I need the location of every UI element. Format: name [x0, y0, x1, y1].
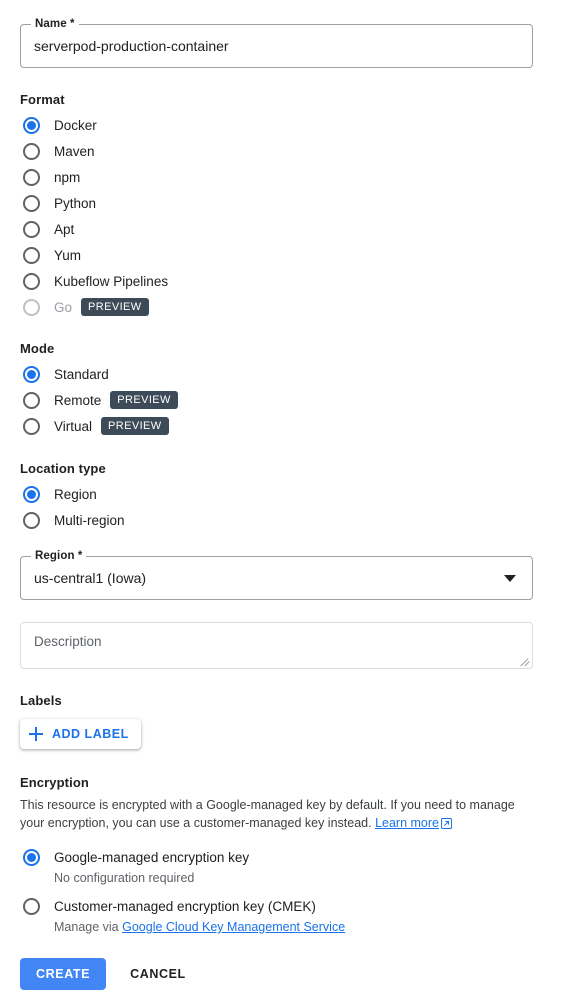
radio-option-label: Remote	[54, 392, 102, 408]
radio-option-cmek[interactable]: Customer-managed encryption key (CMEK)	[20, 893, 562, 919]
radio-option-label: Docker	[54, 117, 97, 133]
learn-more-link[interactable]: Learn more	[375, 816, 439, 830]
preview-badge: PREVIEW	[81, 298, 149, 316]
radio-option-go: Go PREVIEW	[20, 294, 562, 320]
radio-option-yum[interactable]: Yum	[20, 242, 562, 268]
encryption-description: This resource is encrypted with a Google…	[20, 796, 520, 834]
radio-option-kubeflow-pipelines[interactable]: Kubeflow Pipelines	[20, 268, 562, 294]
radio-option-docker[interactable]: Docker	[20, 112, 562, 138]
radio-option-label: Kubeflow Pipelines	[54, 273, 169, 289]
radio-indicator[interactable]	[23, 246, 40, 264]
add-label-button-text: ADD LABEL	[52, 727, 129, 741]
radio-indicator[interactable]	[23, 365, 40, 383]
region-select-value: us-central1 (Iowa)	[34, 570, 147, 586]
radio-indicator[interactable]	[23, 272, 40, 290]
description-placeholder: Description	[34, 634, 102, 649]
radio-option-npm[interactable]: npm	[20, 164, 562, 190]
radio-option-region[interactable]: Region	[20, 481, 562, 507]
radio-indicator[interactable]	[23, 417, 40, 435]
form-actions: CREATE CANCEL	[20, 958, 562, 990]
format-radio-group: Docker Maven npm Python Apt Yum Kubeflow…	[20, 112, 562, 320]
create-repository-form: Name * serverpod-production-container Fo…	[0, 0, 562, 990]
radio-indicator[interactable]	[23, 391, 40, 409]
name-field[interactable]: Name * serverpod-production-container	[20, 17, 533, 68]
radio-option-label: Yum	[54, 247, 82, 263]
radio-option-virtual[interactable]: Virtual PREVIEW	[20, 413, 562, 439]
mode-section-title: Mode	[20, 341, 55, 356]
google-managed-key-sub-label: No configuration required	[54, 871, 195, 885]
radio-indicator[interactable]	[23, 848, 40, 866]
radio-option-label: Google-managed encryption key	[54, 849, 250, 865]
preview-badge: PREVIEW	[110, 391, 178, 409]
format-section-title: Format	[20, 92, 65, 107]
radio-option-label: Customer-managed encryption key (CMEK)	[54, 898, 316, 914]
radio-indicator[interactable]	[23, 168, 40, 186]
radio-indicator[interactable]	[23, 897, 40, 915]
radio-option-label: Region	[54, 486, 97, 502]
create-button[interactable]: CREATE	[20, 958, 107, 990]
radio-option-remote[interactable]: Remote PREVIEW	[20, 387, 562, 413]
radio-option-label: Python	[54, 195, 97, 211]
region-select[interactable]: Region * us-central1 (Iowa)	[20, 549, 533, 600]
radio-option-label: Virtual	[54, 418, 93, 434]
external-link-icon[interactable]	[441, 816, 452, 834]
location-type-section-title: Location type	[20, 461, 106, 476]
radio-indicator[interactable]	[23, 511, 40, 529]
radio-indicator[interactable]	[23, 116, 40, 134]
radio-option-google-managed-key[interactable]: Google-managed encryption key	[20, 844, 562, 870]
radio-option-label: Standard	[54, 366, 109, 382]
radio-indicator[interactable]	[23, 194, 40, 212]
description-textarea[interactable]: Description	[20, 622, 533, 669]
radio-option-multi-region[interactable]: Multi-region	[20, 507, 562, 533]
radio-option-label: Apt	[54, 221, 75, 237]
radio-option-maven[interactable]: Maven	[20, 138, 562, 164]
cmek-sub-label: Manage via Google Cloud Key Management S…	[54, 919, 562, 936]
radio-indicator[interactable]	[23, 142, 40, 160]
mode-radio-group: Standard Remote PREVIEW Virtual PREVIEW	[20, 361, 562, 439]
location-type-radio-group: Region Multi-region	[20, 481, 562, 533]
chevron-down-icon[interactable]	[504, 575, 516, 582]
preview-badge: PREVIEW	[101, 417, 169, 435]
radio-option-label: Multi-region	[54, 512, 125, 528]
kms-link[interactable]: Google Cloud Key Management Service	[122, 920, 345, 934]
radio-indicator[interactable]	[23, 220, 40, 238]
labels-section-title: Labels	[20, 693, 62, 708]
plus-icon	[29, 727, 43, 741]
radio-option-standard[interactable]: Standard	[20, 361, 562, 387]
encryption-section-title: Encryption	[20, 775, 89, 790]
radio-indicator[interactable]	[23, 485, 40, 503]
radio-option-label: Go	[54, 299, 73, 315]
name-field-value: serverpod-production-container	[34, 38, 229, 54]
radio-option-label: Maven	[54, 143, 95, 159]
radio-option-label: npm	[54, 169, 81, 185]
cmek-sub-label-prefix: Manage via	[54, 920, 123, 934]
radio-indicator	[23, 298, 40, 316]
radio-option-apt[interactable]: Apt	[20, 216, 562, 242]
resize-handle-icon[interactable]	[520, 656, 530, 666]
radio-option-python[interactable]: Python	[20, 190, 562, 216]
add-label-button[interactable]: ADD LABEL	[20, 719, 141, 749]
cancel-button[interactable]: CANCEL	[118, 958, 198, 990]
encryption-radio-group: Google-managed encryption key No configu…	[20, 844, 562, 936]
